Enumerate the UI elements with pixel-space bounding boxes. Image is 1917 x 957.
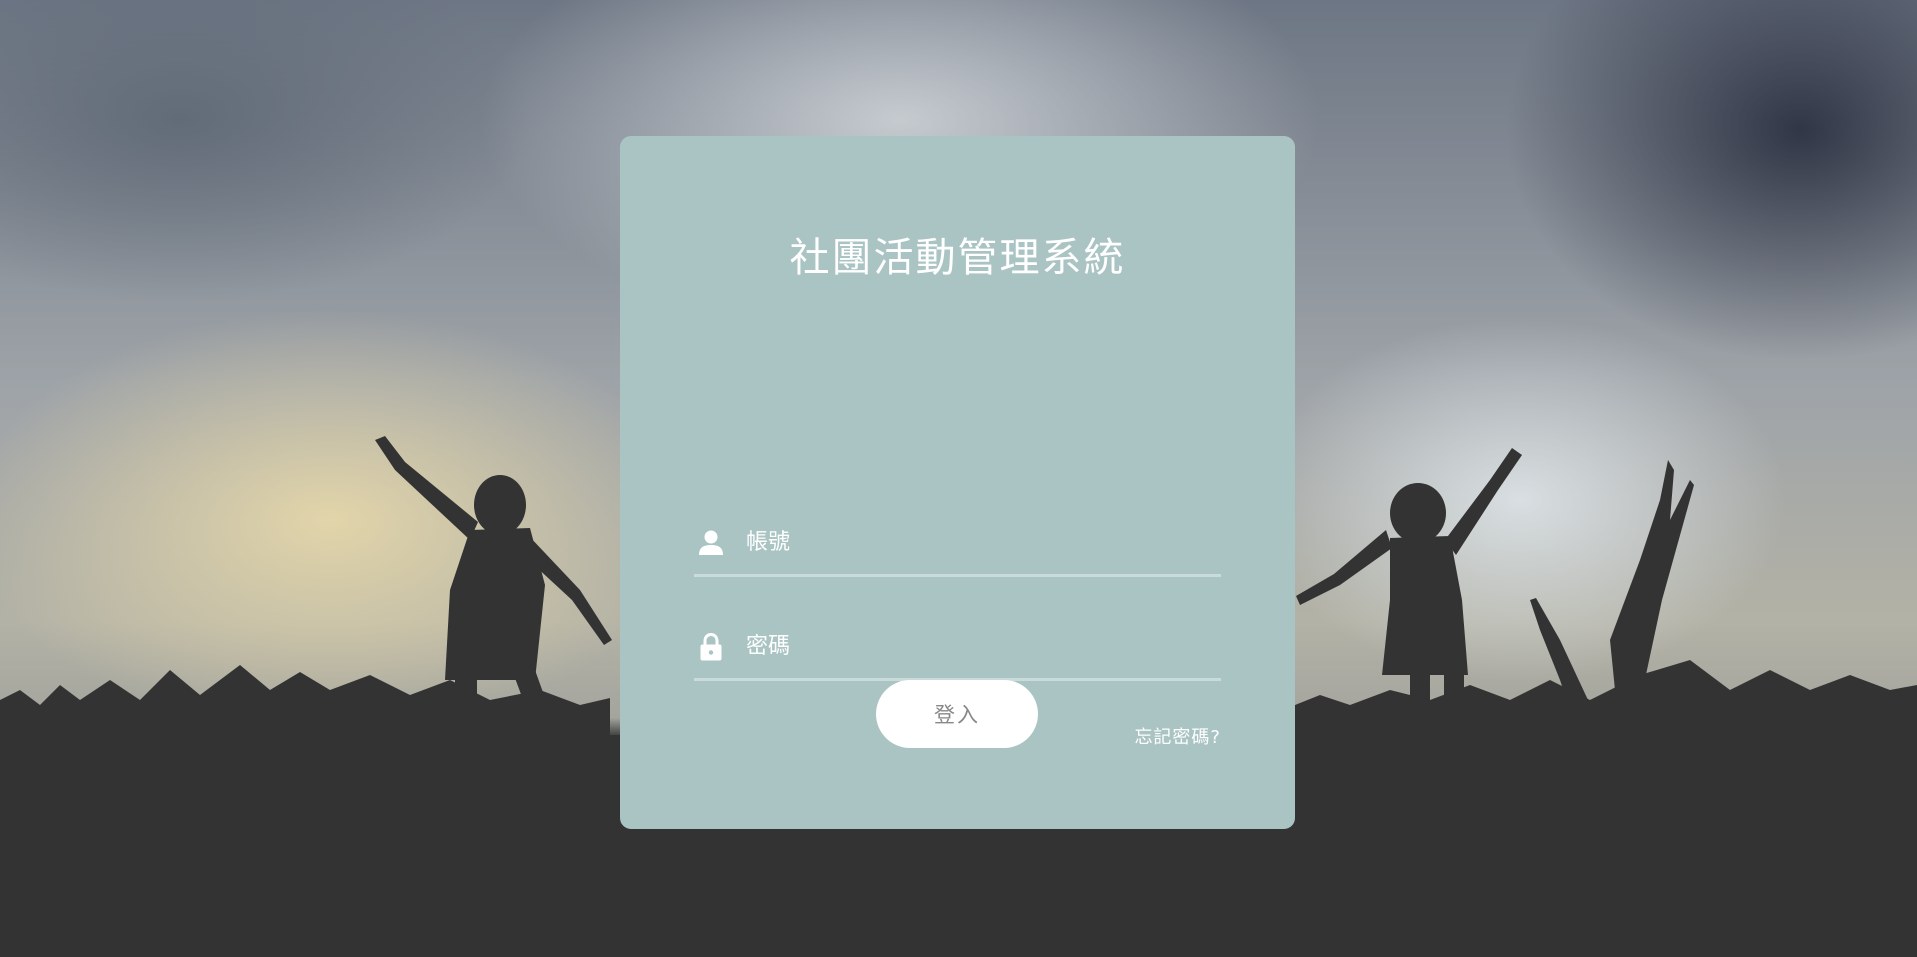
lock-icon <box>700 632 722 661</box>
app-title: 社團活動管理系統 <box>789 235 1126 281</box>
user-icon <box>699 530 723 555</box>
password-field <box>694 618 1221 681</box>
account-input[interactable] <box>746 524 1206 560</box>
account-field <box>694 514 1221 577</box>
login-button[interactable]: 登入 <box>876 680 1038 748</box>
forgot-password-link[interactable]: 忘記密碼? <box>1134 723 1221 749</box>
password-input[interactable] <box>746 628 1206 664</box>
